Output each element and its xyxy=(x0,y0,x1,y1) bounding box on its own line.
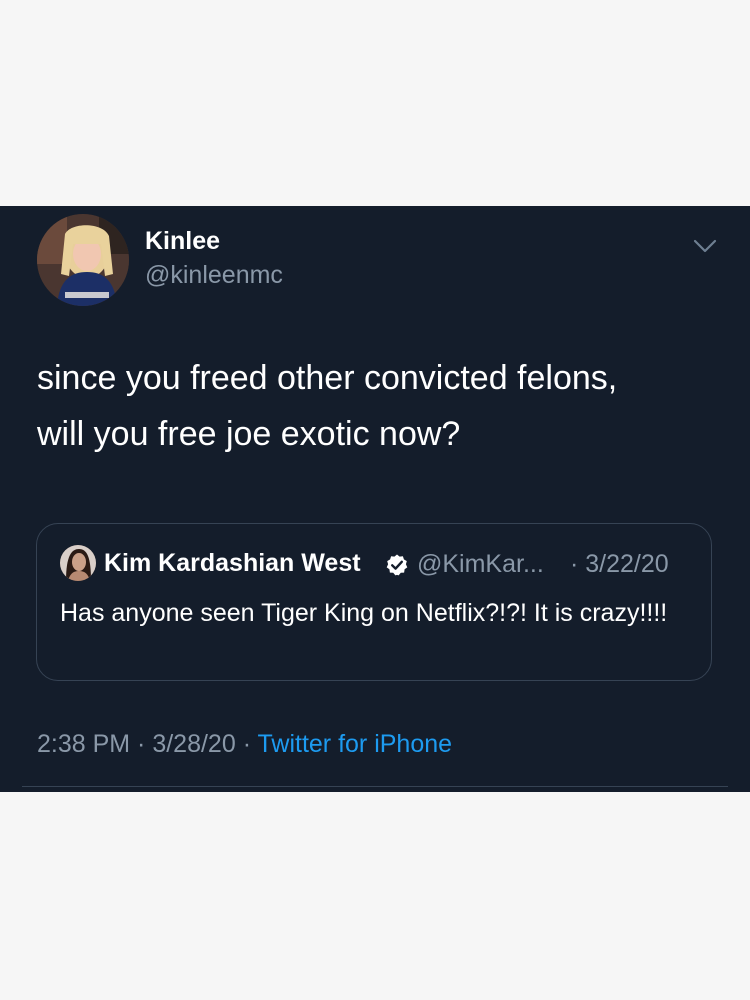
author-display-name[interactable]: Kinlee xyxy=(145,227,220,256)
divider xyxy=(22,786,728,787)
tweet-time: 2:38 PM xyxy=(37,730,131,758)
quoted-author-handle: @KimKar... xyxy=(417,550,544,578)
meta-separator: · xyxy=(130,730,153,758)
author-handle[interactable]: @kinleenmc xyxy=(145,261,283,290)
verified-badge-icon xyxy=(386,554,408,576)
meta-separator: · xyxy=(235,730,258,758)
quoted-author-name: Kim Kardashian West xyxy=(104,549,361,577)
profile-photo-icon xyxy=(37,214,129,306)
tweet-date: 3/28/20 xyxy=(152,730,236,758)
chevron-down-icon[interactable] xyxy=(692,236,718,256)
quoted-tweet-date: · 3/22/20 xyxy=(570,550,669,578)
tweet-text-line: will you free joe exotic now? xyxy=(37,415,461,453)
author-avatar[interactable] xyxy=(37,214,129,306)
quoted-profile-photo-icon xyxy=(60,545,96,581)
tweet-text: since you freed other convicted felons, … xyxy=(37,350,727,462)
tweet-meta: 2:38 PM · 3/28/20 · Twitter for iPhone xyxy=(37,730,452,759)
tweet-text-line: since you freed other convicted felons, xyxy=(37,359,618,397)
quoted-author-avatar xyxy=(60,545,96,581)
tweet-source-link[interactable]: Twitter for iPhone xyxy=(258,730,453,758)
quoted-tweet-text: Has anyone seen Tiger King on Netflix?!?… xyxy=(60,599,668,627)
